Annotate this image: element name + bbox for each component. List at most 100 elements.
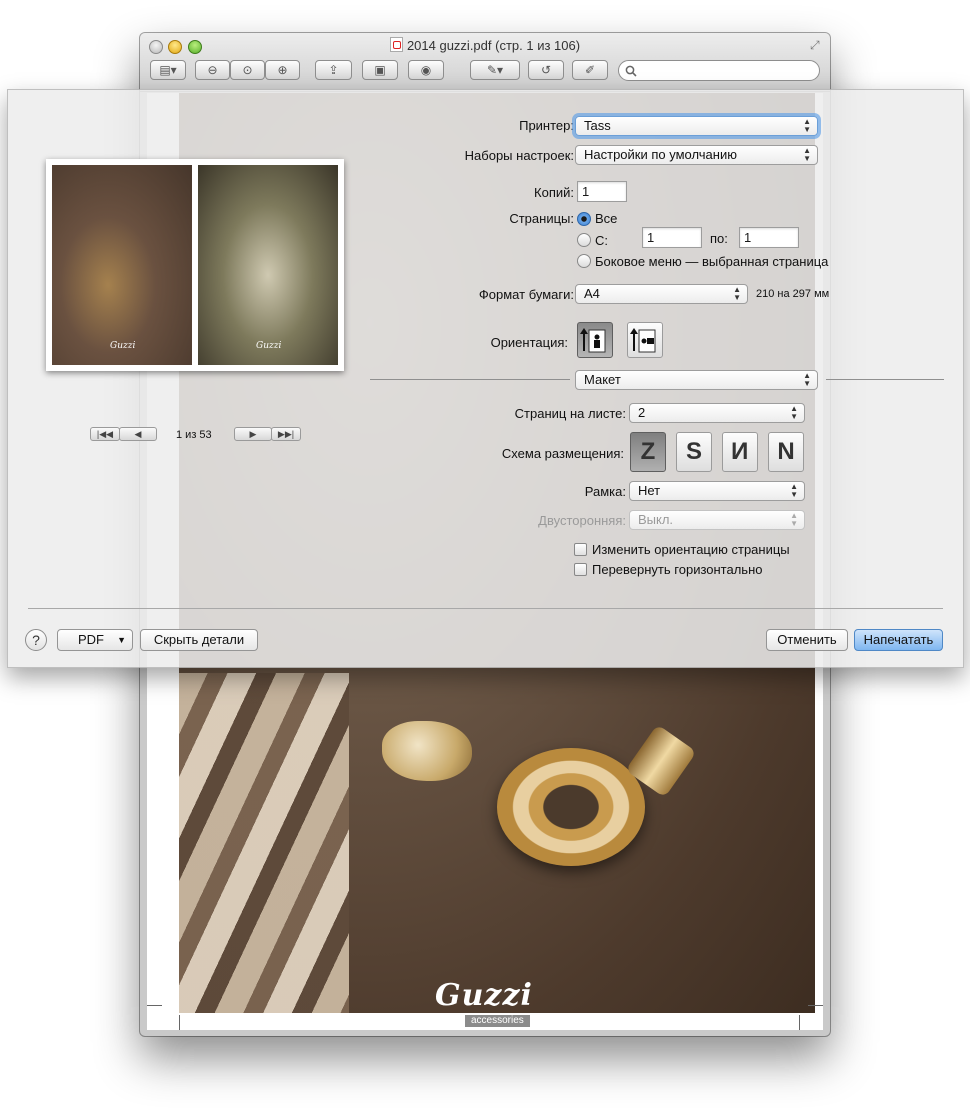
border-value: Нет [638,483,661,498]
zoom-out-icon[interactable]: ⊖ [195,60,230,80]
portrait-icon [580,328,606,353]
markup-pen-icon[interactable]: ✎▾ [470,60,520,80]
hide-details-button[interactable]: Скрыть детали [140,629,258,651]
preview-logo-right: Guzzi [256,341,282,351]
section-value: Макет [584,372,621,387]
crop-mark [799,1015,800,1030]
pages-from-field[interactable]: 1 [642,227,702,248]
preview-page-counter: 1 из 53 [176,429,212,441]
fabric-drape-image [179,673,349,1013]
printer-label: Принтер: [519,118,574,133]
preview-page-right: Guzzi [198,165,338,365]
print-dialog: Guzzi Guzzi |◀◀ ◀ 1 из 53 ▶ ▶▶| Принтер:… [7,89,964,668]
presets-select[interactable]: Настройки по умолчанию ▲ ▼ [575,145,818,165]
updown-arrows-icon: ▲ ▼ [790,404,798,421]
two-sided-value: Выкл. [638,512,674,527]
pages-range-radio[interactable] [577,233,591,247]
updown-arrows-icon: ▲ ▼ [803,371,811,388]
section-select[interactable]: Макет ▲ ▼ [575,370,818,390]
preview-page-left: Guzzi [52,165,192,365]
updown-arrows-icon: ▲ ▼ [790,482,798,499]
two-sided-select[interactable]: Выкл. ▲ ▼ [629,510,805,530]
help-button[interactable]: ? [25,629,47,651]
actual-size-icon[interactable]: ⊙ [230,60,265,80]
presets-label: Наборы настроек: [464,148,574,163]
dropdown-arrow-icon: ▼ [117,635,126,645]
pdf-button-label: PDF [78,632,104,647]
presets-value: Настройки по умолчанию [584,147,737,162]
printer-select[interactable]: Tass ▲ ▼ [575,116,818,136]
pages-to-field[interactable]: 1 [739,227,799,248]
updown-arrows-icon: ▲ ▼ [790,511,798,528]
layout-n-button[interactable]: N [768,432,804,472]
pages-from-label: С: [595,233,608,248]
landscape-orientation-button[interactable] [627,322,663,358]
cancel-button[interactable]: Отменить [766,629,848,651]
edit-icon[interactable]: ✐ [572,60,608,80]
paper-size-label: Формат бумаги: [478,287,574,302]
flip-horizontal-label: Перевернуть горизонтально [592,562,763,577]
search-input[interactable] [618,60,820,81]
pages-selection-radio[interactable] [577,254,591,268]
crop-mark [147,1005,162,1006]
image-icon[interactable]: ▣ [362,60,398,80]
pages-all-label: Все [595,211,618,226]
footer-separator [28,608,943,609]
landscape-icon [630,328,656,353]
updown-arrows-icon: ▲ ▼ [733,285,741,302]
section-separator [370,379,570,380]
copies-label: Копий: [534,185,574,200]
last-page-button[interactable]: ▶▶| [271,427,301,441]
paper-size-select[interactable]: A4 ▲ ▼ [575,284,748,304]
portrait-orientation-button[interactable] [577,322,613,358]
border-label: Рамка: [584,484,626,499]
first-page-button[interactable]: |◀◀ [90,427,120,441]
flip-horizontal-checkbox[interactable] [574,563,587,576]
zoom-in-icon[interactable]: ⊕ [265,60,300,80]
reverse-orientation-label: Изменить ориентацию страницы [592,542,790,557]
reverse-orientation-checkbox[interactable] [574,543,587,556]
pages-per-sheet-select[interactable]: 2 ▲ ▼ [629,403,805,423]
border-select[interactable]: Нет ▲ ▼ [629,481,805,501]
pages-to-label: по: [710,231,728,246]
pdf-document-icon [389,37,403,52]
print-button[interactable]: Напечатать [854,629,943,651]
pages-per-sheet-value: 2 [638,405,646,420]
copies-field[interactable]: 1 [577,181,627,202]
previous-page-button[interactable]: ◀ [119,427,157,441]
annotate-icon[interactable]: ◉ [408,60,444,80]
crop-mark [808,1005,823,1006]
title-bar: 2014 guzzi.pdf (стр. 1 из 106) ⤢ ▤▾ ⊖ ⊙ … [140,33,830,92]
section-separator [826,379,944,380]
search-icon [625,65,637,77]
brand-logo-sub: accessories [465,1015,530,1027]
paper-dimensions: 210 на 297 мм [756,288,830,300]
window-title-text: 2014 guzzi.pdf (стр. 1 из 106) [406,38,581,53]
layout-z-button[interactable]: Z [630,432,666,472]
reverse-n-glyph: N [731,438,749,465]
brand-logo: Guzzi [435,978,533,1013]
print-preview: Guzzi Guzzi [46,159,344,371]
crystal-flower-image [382,721,472,781]
pages-selection-label: Боковое меню — выбранная страница [595,254,829,269]
layout-reverse-n-button[interactable]: N [722,432,758,472]
preview-logo-left: Guzzi [110,341,136,351]
two-sided-label: Двусторонняя: [538,513,626,528]
crop-mark [179,1015,180,1030]
updown-arrows-icon: ▲ ▼ [803,146,811,163]
pdf-menu-button[interactable]: PDF ▼ [57,629,133,651]
orientation-label: Ориентация: [490,335,568,350]
pages-all-radio[interactable] [577,212,591,226]
updown-arrows-icon: ▲ ▼ [803,117,811,134]
layout-direction-label: Схема размещения: [501,446,624,461]
sidebar-view-button[interactable]: ▤▾ [150,60,186,80]
pages-label: Страницы: [509,211,574,226]
curtain-finial-image [497,748,645,866]
paper-size-value: A4 [584,286,600,301]
share-icon[interactable]: ⇪ [315,60,352,80]
next-page-button[interactable]: ▶ [234,427,272,441]
pages-per-sheet-label: Страниц на листе: [514,406,626,421]
layout-s-button[interactable]: S [676,432,712,472]
fullscreen-icon[interactable]: ⤢ [810,38,820,53]
rotate-icon[interactable]: ↺ [528,60,564,80]
